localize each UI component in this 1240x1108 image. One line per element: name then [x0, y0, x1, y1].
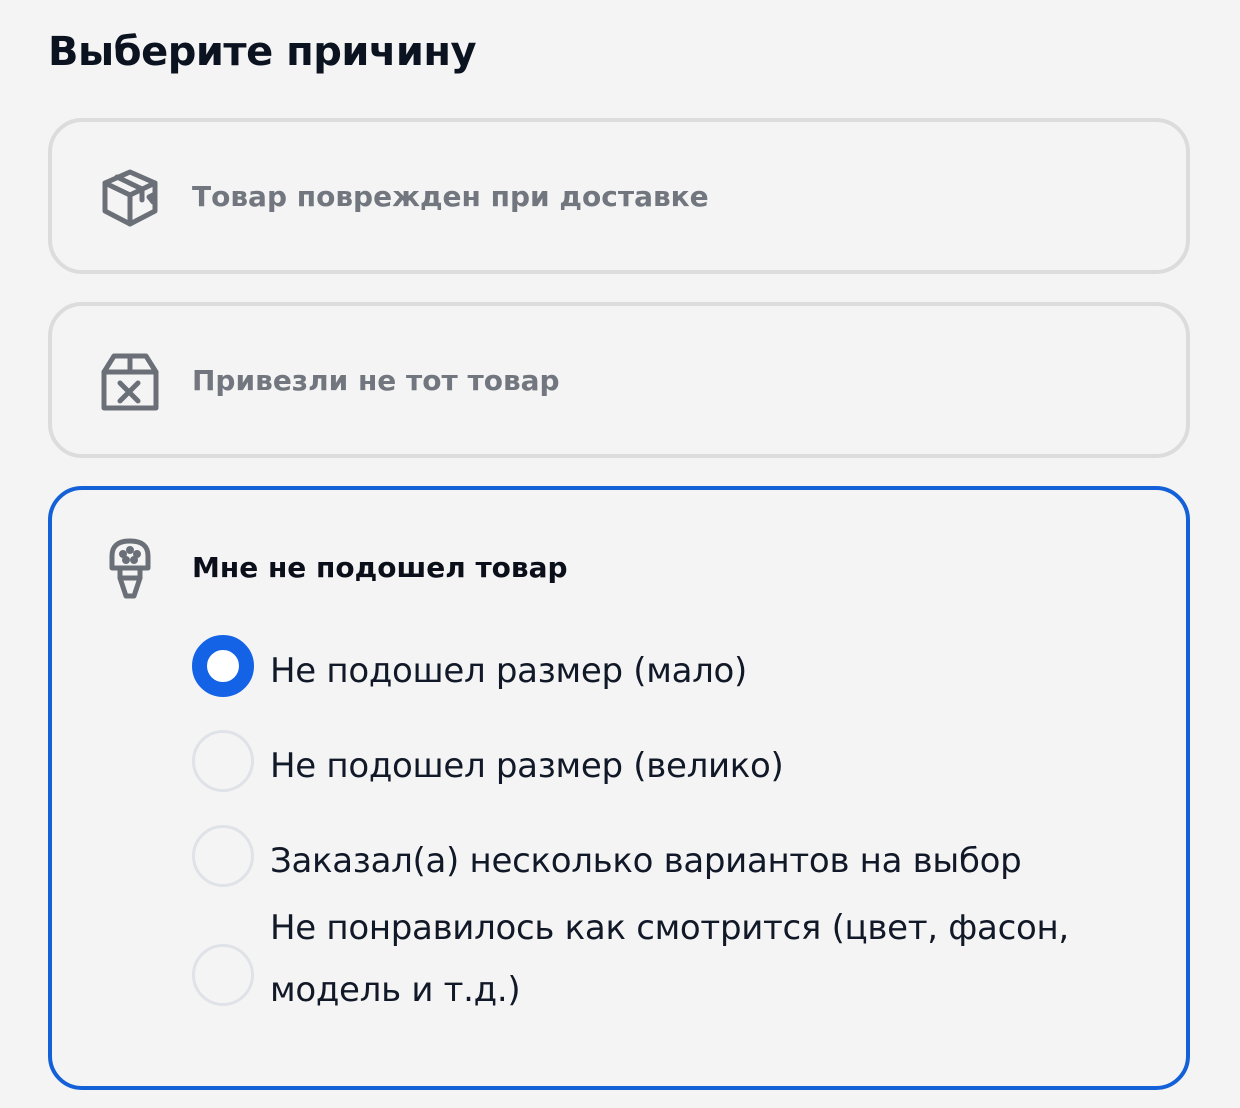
sub-reason-label: Заказал(а) несколько вариантов на выбор	[270, 841, 1022, 881]
sub-reason-label: Не подошел размер (велико)	[270, 746, 784, 786]
reason-card-wrong-item[interactable]: Привезли не тот товар	[48, 302, 1190, 458]
reason-label-wrong-item: Привезли не тот товар	[192, 364, 560, 397]
wrong-box-icon	[98, 350, 162, 414]
radio-button-checked[interactable]	[192, 635, 254, 697]
sub-reason-list: Не подошел размер (мало) Не подошел разм…	[192, 634, 1152, 1049]
sub-reason-option[interactable]: Не подошел размер (мало)	[192, 634, 1152, 729]
page-title: Выберите причину	[48, 29, 477, 75]
reason-label-not-suitable: Мне не подошел товар	[192, 551, 568, 584]
sub-reason-option[interactable]: Не подошел размер (велико)	[192, 729, 1152, 824]
radio-button[interactable]	[192, 730, 254, 792]
radio-button[interactable]	[192, 825, 254, 887]
radio-button[interactable]	[192, 944, 254, 1006]
reason-card-not-suitable[interactable]: Мне не подошел товар Не подошел размер (…	[48, 486, 1190, 1090]
reason-card-damaged[interactable]: Товар поврежден при доставке	[48, 118, 1190, 274]
damaged-box-icon	[98, 166, 162, 230]
sub-reason-label: Не понравилось как смотрится (цвет, фасо…	[270, 908, 1069, 1010]
sub-reason-option[interactable]: Не понравилось как смотрится (цвет, фасо…	[192, 908, 1152, 1049]
plug-icon	[98, 536, 162, 600]
sub-reason-label: Не подошел размер (мало)	[270, 651, 748, 691]
reason-label-damaged: Товар поврежден при доставке	[192, 180, 709, 213]
